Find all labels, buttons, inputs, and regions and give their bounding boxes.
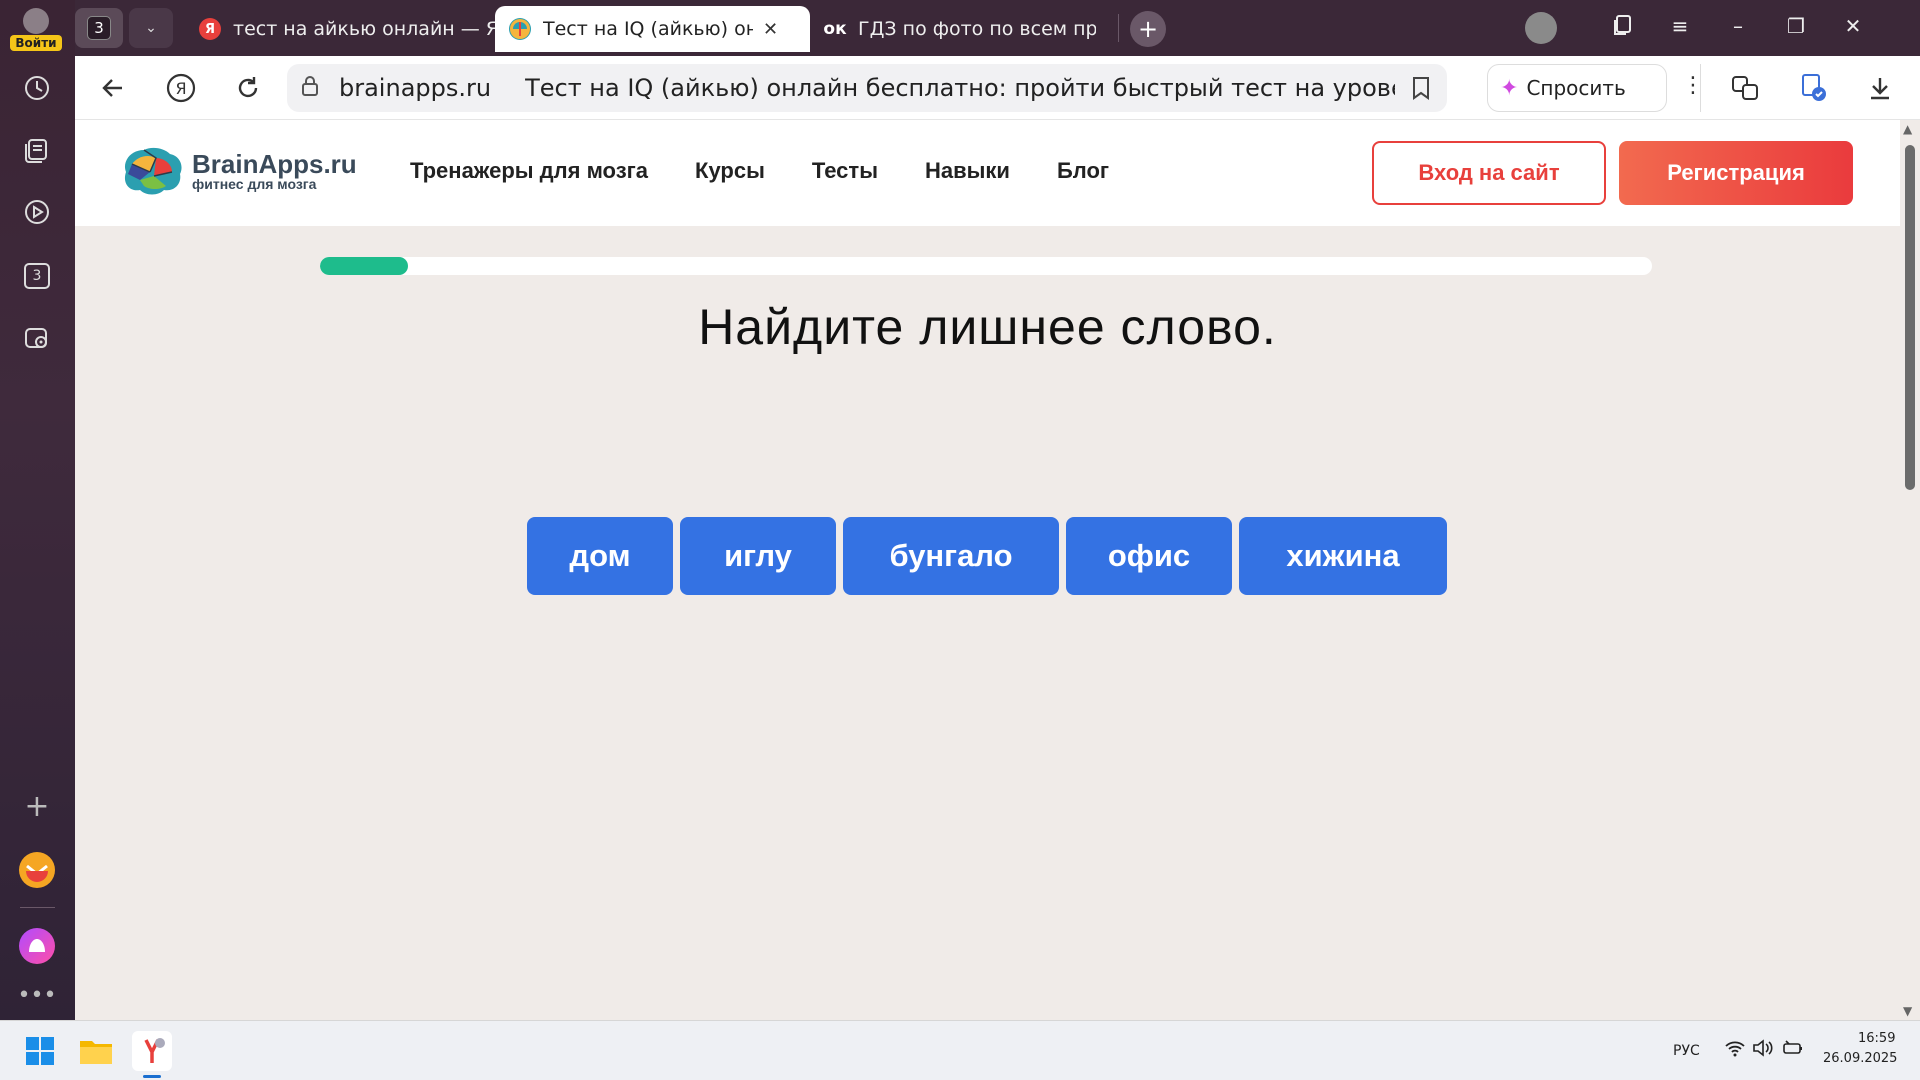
main-nav: Тренажеры для мозга Курсы Тесты Навыки Б… [410,158,1109,184]
answer-option[interactable]: иглу [680,517,836,595]
file-explorer-icon[interactable] [76,1031,116,1071]
login-label: Войти [10,35,62,51]
answer-option[interactable]: дом [527,517,673,595]
register-button[interactable]: Регистрация [1619,141,1853,205]
add-icon[interactable]: + [17,786,57,826]
svg-text:Я: Я [175,79,186,98]
yandex-favicon-icon: Я [199,18,221,40]
tab-counter-value: 3 [24,263,50,289]
clock-time[interactable]: 16:59 [1858,1031,1895,1046]
yandex-browser-taskbar-icon[interactable] [132,1031,172,1071]
site-header: BrainApps.ru фитнес для мозга Тренажеры … [75,120,1900,226]
profile-avatar-icon[interactable] [1525,12,1557,44]
active-app-indicator [143,1075,161,1078]
brain-logo-icon [124,147,182,195]
tab-title: тест на айкью онлайн — Я [233,18,499,40]
language-indicator[interactable]: РУС [1673,1043,1700,1059]
ask-button[interactable]: ✦ Спросить ⋮ [1487,64,1704,112]
page-scrollbar[interactable]: ▲ ▼ [1900,120,1920,1020]
tab-counter-icon[interactable]: 3 [17,256,57,296]
tab-title: ГДЗ по фото по всем пред [858,18,1096,40]
answer-option[interactable]: офис [1066,517,1232,595]
chevron-down-icon[interactable]: ⌄ [129,8,173,48]
answer-option[interactable]: хижина [1239,517,1447,595]
url-page-title: Тест на IQ (айкью) онлайн бесплатно: про… [525,74,1396,102]
login-button[interactable]: Войти [8,6,64,52]
taskbar: РУС 16:59 26.09.2025 [0,1020,1920,1080]
minimize-icon[interactable]: – [1723,14,1753,38]
tab-gdz[interactable]: ок ГДЗ по фото по всем пред [810,6,1110,52]
scroll-down-icon[interactable]: ▼ [1903,1004,1912,1018]
history-icon[interactable] [17,68,57,108]
more-icon[interactable]: ••• [17,975,57,1015]
nav-courses[interactable]: Курсы [695,158,765,184]
battery-icon[interactable] [1782,1039,1804,1061]
window-close-icon[interactable]: ✕ [1838,14,1868,38]
translate-icon[interactable] [1727,70,1763,106]
close-icon[interactable]: ✕ [763,19,778,40]
scroll-up-icon[interactable]: ▲ [1903,122,1912,136]
yandex-home-icon[interactable]: Я [163,70,199,106]
back-icon[interactable] [95,70,131,106]
video-icon[interactable] [17,192,57,232]
toolbar-divider [1700,64,1701,112]
answer-option[interactable]: бунгало [843,517,1059,595]
quiz-question: Найдите лишнее слово. [698,299,1277,355]
new-tab-button[interactable]: + [1130,11,1166,47]
ask-label: Спросить [1526,76,1626,100]
tab-brainapps[interactable]: Тест на IQ (айкью) онла ✕ [495,6,810,52]
quiz-progress-fill [320,257,408,275]
screenshot-icon[interactable] [17,318,57,358]
volume-icon[interactable] [1752,1039,1774,1061]
mail-icon[interactable] [17,850,57,890]
scrollbar-thumb[interactable] [1905,145,1915,490]
user-avatar-icon [23,8,49,34]
url-field[interactable]: brainapps.ru Тест на IQ (айкью) онлайн б… [287,64,1447,112]
tab-count: 3 [87,16,111,40]
alice-icon[interactable] [17,926,57,966]
tab-group-button[interactable]: 3 [75,8,123,48]
nav-skills[interactable]: Навыки [925,158,1010,184]
clock-date[interactable]: 26.09.2025 [1823,1051,1897,1066]
tab-divider [1118,14,1119,42]
tab-strip: 3 ⌄ Я тест на айкью онлайн — Я Тест на I… [75,0,1920,56]
collections-icon[interactable] [17,130,57,170]
extension-icon[interactable] [1795,70,1831,106]
login-site-button[interactable]: Вход на сайт [1372,141,1606,205]
nav-blog[interactable]: Блог [1057,158,1109,184]
tab-title: Тест на IQ (айкью) онла [543,18,753,40]
download-icon[interactable] [1862,70,1898,106]
wifi-icon[interactable] [1724,1039,1746,1061]
windows-start-icon[interactable] [20,1031,60,1071]
browser-sidebar: Войти 3 + ••• [0,0,75,1020]
sidebar-divider [20,907,55,908]
address-bar-row: Я brainapps.ru Тест на IQ (айкью) онлайн… [75,56,1920,120]
sparkle-icon: ✦ [1500,75,1519,101]
logo-name: BrainApps.ru [192,149,357,179]
restore-icon[interactable]: ❐ [1781,14,1811,38]
site-logo[interactable]: BrainApps.ru фитнес для мозга [118,144,357,200]
ok-favicon-icon: ок [823,19,847,39]
reload-icon[interactable] [230,70,266,106]
menu-icon[interactable]: ≡ [1665,14,1695,38]
bookmark-icon[interactable] [1411,76,1431,106]
quiz-progress-bar [320,257,1652,275]
bookmarks-panel-icon[interactable] [1608,14,1638,41]
nav-tests[interactable]: Тесты [812,158,878,184]
page-content: BrainApps.ru фитнес для мозга Тренажеры … [75,120,1900,1020]
lock-icon [301,75,323,102]
nav-trainers[interactable]: Тренажеры для мозга [410,158,648,184]
answer-options: дом иглу бунгало офис хижина [527,517,1447,595]
brain-favicon-icon [509,18,531,40]
url-domain: brainapps.ru [339,74,492,102]
